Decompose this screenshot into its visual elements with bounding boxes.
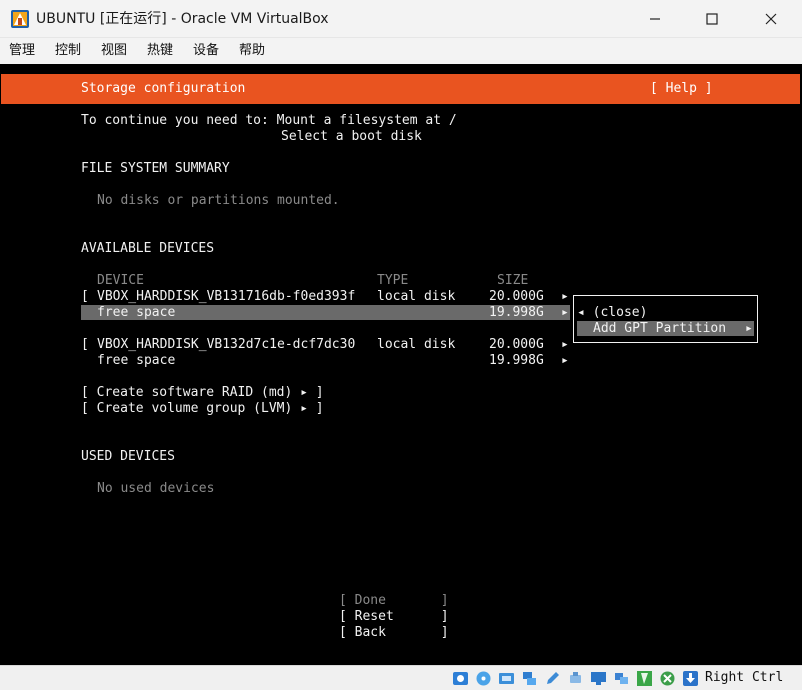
disk-1-arrow[interactable]: ▸	[561, 289, 569, 305]
title-bar: UBUNTU [正在运行] - Oracle VM VirtualBox	[0, 0, 802, 38]
close-icon	[765, 13, 777, 25]
pencil-icon[interactable]	[544, 670, 561, 687]
column-type: TYPE	[377, 273, 409, 288]
instructions-line-2: Select a boot disk	[281, 129, 422, 144]
menu-help[interactable]: 帮助	[239, 38, 265, 64]
disk-2-free-arrow[interactable]: ▸	[561, 353, 569, 369]
disk-1-bracket: [	[81, 289, 89, 304]
disk-1-free-space[interactable]: free space	[97, 305, 175, 321]
disk-1-size: 20.000G	[489, 289, 544, 304]
menu-control[interactable]: 控制	[55, 38, 81, 64]
fs-summary-empty: No disks or partitions mounted.	[97, 193, 340, 208]
back-button[interactable]: [ Back ]	[339, 625, 449, 641]
close-button[interactable]	[748, 0, 794, 38]
add-gpt-partition-arrow: ▸	[745, 321, 753, 336]
menu-devices[interactable]: 设备	[193, 38, 219, 64]
disk-1-name[interactable]: VBOX_HARDDISK_VB131716db-f0ed393f	[97, 289, 355, 305]
available-devices-heading: AVAILABLE DEVICES	[81, 241, 215, 256]
recording-icon[interactable]	[636, 670, 653, 687]
done-button[interactable]: [ Done ]	[339, 593, 449, 609]
menu-view[interactable]: 视图	[101, 38, 127, 64]
status-bar: Right Ctrl	[0, 665, 802, 690]
shared-folders-icon[interactable]	[613, 670, 630, 687]
disk-2-name[interactable]: VBOX_HARDDISK_VB132d7c1e-dcf7dc30	[97, 337, 355, 353]
disk-1-type: local disk	[377, 289, 456, 304]
menu-bar: 管理 控制 视图 热键 设备 帮助	[0, 38, 802, 64]
maximize-button[interactable]	[689, 0, 735, 38]
audio-icon[interactable]	[498, 670, 515, 687]
popup-close-item[interactable]: ◂ (close)	[577, 305, 647, 321]
host-key-label: Right Ctrl	[705, 670, 784, 685]
create-raid-button[interactable]: [ Create software RAID (md) ▸ ]	[81, 385, 324, 401]
fs-summary-heading: FILE SYSTEM SUMMARY	[81, 161, 230, 176]
down-arrow-icon[interactable]	[682, 670, 699, 687]
usb-icon[interactable]	[567, 670, 584, 687]
menu-hotkeys[interactable]: 热键	[147, 38, 173, 64]
reset-button[interactable]: [ Reset ]	[339, 609, 449, 625]
add-gpt-partition-item[interactable]: Add GPT Partition	[593, 321, 726, 337]
minimize-icon	[650, 18, 660, 20]
used-devices-empty: No used devices	[97, 481, 215, 496]
create-lvm-button[interactable]: [ Create volume group (LVM) ▸ ]	[81, 401, 324, 417]
network-icon[interactable]	[521, 670, 538, 687]
column-size: SIZE	[497, 273, 529, 288]
menu-manage[interactable]: 管理	[9, 38, 35, 64]
window-title: UBUNTU [正在运行] - Oracle VM VirtualBox	[36, 11, 329, 27]
screen-title: Storage configuration	[81, 81, 246, 96]
optical-drive-icon[interactable]	[452, 670, 469, 687]
instructions-line-1: To continue you need to: Mount a filesys…	[81, 113, 457, 128]
used-devices-heading: USED DEVICES	[81, 449, 175, 464]
mouse-integration-icon[interactable]	[659, 670, 676, 687]
disk-1-free-arrow[interactable]: ▸	[561, 305, 569, 321]
disk-2-free-size: 19.998G	[489, 353, 544, 368]
disk-1-free-size: 19.998G	[489, 305, 544, 320]
disk-2-size: 20.000G	[489, 337, 544, 352]
disk-2-free-space[interactable]: free space	[97, 353, 175, 369]
display-icon[interactable]	[590, 670, 607, 687]
virtualbox-app-icon	[11, 10, 29, 28]
disk-2-type: local disk	[377, 337, 456, 352]
disc-icon[interactable]	[475, 670, 492, 687]
vm-console[interactable]: Storage configuration [ Help ] To contin…	[0, 64, 802, 665]
disk-2-bracket: [	[81, 337, 89, 352]
maximize-icon	[706, 13, 718, 25]
disk-2-arrow[interactable]: ▸	[561, 337, 569, 353]
help-button[interactable]: [ Help ]	[650, 81, 713, 97]
minimize-button[interactable]	[632, 0, 678, 38]
column-device: DEVICE	[97, 273, 144, 288]
